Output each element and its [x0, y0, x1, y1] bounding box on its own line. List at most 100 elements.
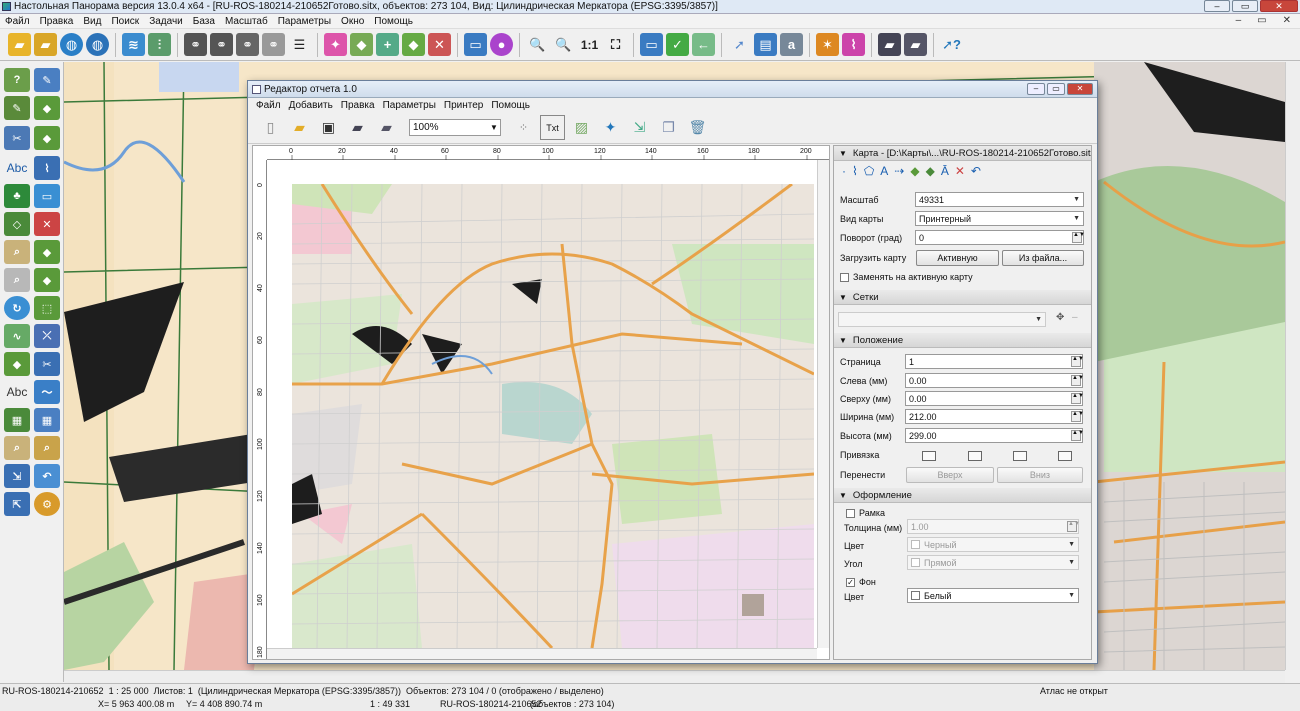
measure-icon[interactable]: ⌕: [4, 240, 30, 264]
select-tag-icon[interactable]: ◆: [350, 33, 373, 56]
open-folder-icon[interactable]: ▰: [287, 115, 312, 140]
dialog-menu-parameters[interactable]: Параметры: [379, 100, 440, 111]
menu-search[interactable]: Поиск: [106, 16, 144, 27]
dialog-minimize-button[interactable]: –: [1027, 83, 1045, 95]
copy-object-icon[interactable]: ◆: [34, 126, 60, 150]
dialog-menu-add[interactable]: Добавить: [285, 100, 337, 111]
rectangle-icon[interactable]: ▭: [34, 184, 60, 208]
window-view-icon[interactable]: ▭: [464, 33, 487, 56]
remove-grid-icon[interactable]: –: [1072, 312, 1078, 323]
scissors-icon[interactable]: ✂: [4, 126, 30, 150]
legend-icon[interactable]: ⫶: [148, 33, 171, 56]
frame-checkbox[interactable]: [846, 508, 855, 518]
tree-icon[interactable]: ♣: [4, 184, 30, 208]
grids-section-header[interactable]: ▼ Сетки: [834, 290, 1091, 305]
cut-line-icon[interactable]: ✂: [34, 352, 60, 376]
rotate-spinbox[interactable]: 0 ▲▼: [915, 230, 1085, 245]
topology-icon[interactable]: ◇: [4, 212, 30, 236]
grid-dots-icon[interactable]: ⁘: [511, 115, 536, 140]
left-spinbox[interactable]: 0.00 ▲▼: [905, 373, 1084, 388]
binoculars-all-icon[interactable]: ⚭: [236, 33, 259, 56]
import-icon[interactable]: ⇲: [4, 464, 30, 488]
canvas-vertical-scrollbar[interactable]: [817, 160, 829, 648]
insert-map-icon[interactable]: ⇲: [627, 115, 652, 140]
delete-point-icon[interactable]: ✕: [34, 212, 60, 236]
menu-scale[interactable]: Масштаб: [220, 16, 273, 27]
text-a-icon[interactable]: A: [880, 164, 888, 178]
add-grid-icon[interactable]: ✥: [1056, 312, 1064, 323]
copy-page-icon[interactable]: ❐: [656, 115, 681, 140]
menu-parameters[interactable]: Параметры: [273, 16, 336, 27]
undo-icon[interactable]: ↶: [971, 164, 981, 178]
polyline-icon[interactable]: ⌇: [852, 164, 858, 178]
main-horizontal-scrollbar[interactable]: [64, 670, 1285, 683]
web-map-icon[interactable]: ◍: [86, 33, 109, 56]
palette-icon[interactable]: ●: [490, 33, 513, 56]
undo-arrow-icon[interactable]: ↶: [34, 464, 60, 488]
thickness-spinbox[interactable]: 1.00 ▲▼: [907, 519, 1080, 534]
join-objects-icon[interactable]: ◆: [4, 352, 30, 376]
position-section-header[interactable]: ▼ Положение: [834, 333, 1091, 348]
height-spinbox[interactable]: 299.00 ▲▼: [905, 428, 1084, 443]
zoom-extent-icon[interactable]: ⛶: [604, 33, 627, 56]
anchor-bottom-right-button[interactable]: [1058, 451, 1072, 461]
zoom-select[interactable]: 100% ▼: [409, 119, 501, 136]
map-section-header[interactable]: ▼ Карта - [D:\Карты\...\RU-ROS-180214-21…: [834, 146, 1091, 161]
vector-icon[interactable]: ⇢: [894, 164, 904, 178]
report-canvas[interactable]: 0 20 40 60 80 100 120 140 160 180 200 0: [252, 145, 830, 660]
menu-window[interactable]: Окно: [336, 16, 369, 27]
edit-object-icon[interactable]: ◆: [402, 33, 425, 56]
frame-color-combobox[interactable]: Черный ▼: [907, 537, 1079, 552]
print-icon[interactable]: ▰: [345, 115, 370, 140]
menu-help[interactable]: Помощь: [369, 16, 418, 27]
menu-view[interactable]: Вид: [78, 16, 106, 27]
check-icon[interactable]: ✓: [666, 33, 689, 56]
load-file-button[interactable]: Из файла...: [1002, 250, 1084, 266]
layers-icon[interactable]: ≋: [122, 33, 145, 56]
frame-icon[interactable]: ▭: [640, 33, 663, 56]
align-object-icon[interactable]: ◆: [34, 240, 60, 264]
insert-text-icon[interactable]: Txt: [540, 115, 565, 140]
gear-icon[interactable]: ⚙: [34, 492, 60, 516]
menu-database[interactable]: База: [188, 16, 220, 27]
scale-combobox[interactable]: 49331 ▼: [915, 192, 1084, 207]
dialog-close-button[interactable]: ✕: [1067, 83, 1093, 95]
report-map-object[interactable]: [292, 184, 814, 648]
point-icon[interactable]: ·: [842, 164, 846, 178]
help-icon[interactable]: ➚?: [940, 33, 963, 56]
design-section-header[interactable]: ▼ Оформление: [834, 488, 1091, 503]
route-line-icon[interactable]: 〜: [34, 380, 60, 404]
torch-icon[interactable]: ⌕: [34, 436, 60, 460]
object-icon[interactable]: ◆: [910, 164, 919, 178]
close-button[interactable]: ✕: [1260, 0, 1298, 12]
globe-icon[interactable]: ◍: [60, 33, 83, 56]
save-disk-icon[interactable]: ▣: [316, 115, 341, 140]
select-region-icon[interactable]: ⬚: [34, 296, 60, 320]
delete-object-icon[interactable]: ✕: [955, 164, 965, 178]
spin-arrows-icon[interactable]: ▲▼: [1071, 411, 1084, 422]
table-icon[interactable]: ▤: [754, 33, 777, 56]
spin-arrows-icon[interactable]: ▲▼: [1067, 521, 1080, 532]
binoculars-text-icon[interactable]: ⚭: [210, 33, 233, 56]
open-project-icon[interactable]: ▰: [34, 33, 57, 56]
curve-icon[interactable]: ∿: [4, 324, 30, 348]
objects-icon[interactable]: ◆: [926, 164, 935, 178]
open-folder-icon[interactable]: ▰: [8, 33, 31, 56]
menu-tasks[interactable]: Задачи: [144, 16, 188, 27]
move-object-icon[interactable]: ◆: [34, 96, 60, 120]
move-down-button[interactable]: Вниз: [997, 467, 1083, 483]
mdi-restore-button[interactable]: ▭: [1252, 15, 1271, 26]
load-active-button[interactable]: Активную: [916, 250, 999, 266]
binoculars-icon[interactable]: ⚭: [184, 33, 207, 56]
anchor-bottom-left-button[interactable]: [1013, 451, 1027, 461]
spin-arrows-icon[interactable]: ▲▼: [1072, 232, 1085, 243]
insert-compass-icon[interactable]: ✦: [598, 115, 623, 140]
insert-image-icon[interactable]: ▨: [569, 115, 594, 140]
mosaic-icon[interactable]: ▦: [34, 408, 60, 432]
top-spinbox[interactable]: 0.00 ▲▼: [905, 391, 1084, 406]
trash-icon[interactable]: 🗑: [685, 115, 710, 140]
split-line-icon[interactable]: ⤫: [34, 324, 60, 348]
help-pencil-icon[interactable]: ?: [4, 68, 30, 92]
dialog-menu-help[interactable]: Помощь: [487, 100, 534, 111]
bug-icon[interactable]: ✶: [816, 33, 839, 56]
